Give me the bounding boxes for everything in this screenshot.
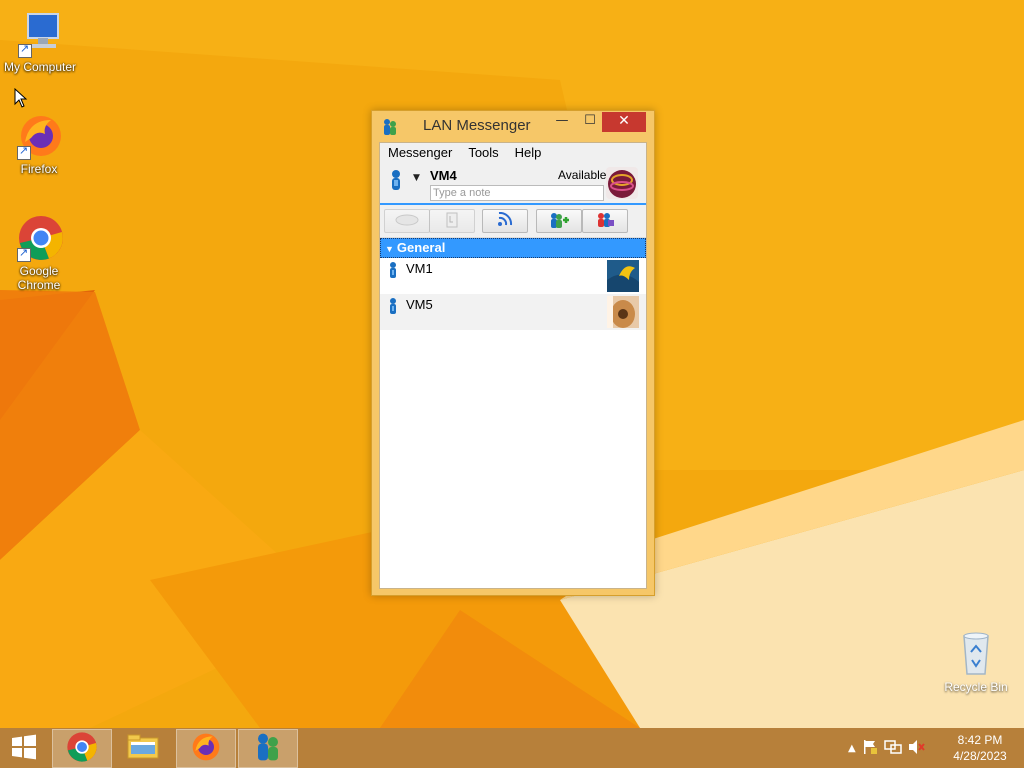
- contact-avatar: [607, 296, 639, 328]
- minimize-button[interactable]: —: [548, 112, 576, 132]
- taskbar: ▲ 8:42 PM 4/28/2023: [0, 728, 1024, 768]
- contact-status-icon: [388, 297, 398, 318]
- desktop-icon-label: Recycle Bin: [944, 680, 1008, 694]
- desktop-icon-firefox[interactable]: Firefox: [0, 112, 79, 176]
- status-dropdown-icon[interactable]: ▼: [413, 173, 420, 183]
- send-file-button[interactable]: [429, 209, 475, 233]
- file-explorer-icon: [127, 732, 159, 763]
- recycle-bin-icon: [952, 630, 1000, 678]
- add-contact-button[interactable]: [536, 209, 582, 233]
- lan-messenger-icon: [254, 732, 282, 765]
- menu-bar: Messenger Tools Help: [380, 143, 646, 163]
- toolbar: [380, 205, 646, 238]
- group-name: General: [396, 240, 446, 255]
- avatar[interactable]: [606, 167, 638, 199]
- public-chat-button[interactable]: [582, 209, 628, 233]
- expand-triangle-icon: ▼: [385, 244, 394, 254]
- firefox-icon: [190, 731, 222, 766]
- clock-time: 8:42 PM: [957, 733, 1003, 747]
- mouse-pointer-icon: [14, 88, 28, 108]
- maximize-button[interactable]: ☐: [576, 112, 604, 132]
- chrome-icon: [15, 214, 63, 262]
- note-input[interactable]: [430, 185, 604, 201]
- menu-tools[interactable]: Tools: [460, 143, 506, 163]
- windows-logo-icon: [11, 734, 37, 763]
- taskbar-lan-messenger[interactable]: [238, 729, 298, 768]
- network-icon[interactable]: [883, 739, 902, 758]
- public-chat-icon: [595, 211, 615, 232]
- contact-name: VM1: [406, 261, 433, 276]
- firefox-icon: [15, 112, 63, 160]
- window-client-area: Messenger Tools Help ▼ VM4 Available Typ…: [379, 142, 647, 589]
- menu-help[interactable]: Help: [507, 143, 550, 163]
- desktop-icon-label: Google Chrome: [17, 264, 61, 292]
- lan-messenger-window: LAN Messenger — ☐ ✕ Messenger Tools Help…: [371, 110, 655, 596]
- send-file-icon: [444, 211, 460, 232]
- status-user-icon[interactable]: [389, 169, 403, 194]
- taskbar-chrome[interactable]: [52, 729, 112, 768]
- action-center-flag-icon[interactable]: [862, 739, 878, 758]
- title-bar[interactable]: LAN Messenger — ☐ ✕: [372, 111, 654, 141]
- desktop-icon-my-computer[interactable]: My Computer: [0, 10, 80, 74]
- contact-avatar: [607, 260, 639, 292]
- desktop-icon-recycle-bin[interactable]: Recycle Bin: [936, 630, 1016, 694]
- lan-messenger-icon: [382, 118, 398, 139]
- availability-status[interactable]: Available: [558, 168, 606, 182]
- close-button[interactable]: ✕: [602, 112, 646, 132]
- volume-muted-icon[interactable]: [908, 739, 926, 758]
- window-title: LAN Messenger: [423, 117, 531, 134]
- contact-item[interactable]: VM1: [380, 258, 646, 294]
- chat-icon: [395, 213, 419, 230]
- broadcast-button[interactable]: [482, 209, 528, 233]
- desktop-icon-google-chrome[interactable]: Google Chrome: [0, 214, 80, 292]
- start-button[interactable]: [0, 728, 48, 768]
- contact-status-icon: [388, 261, 398, 282]
- clock-date: 4/28/2023: [953, 749, 1007, 763]
- computer-icon: [16, 10, 64, 58]
- taskbar-firefox[interactable]: [176, 729, 236, 768]
- user-status-panel: ▼ VM4 Available: [380, 163, 646, 205]
- contact-item[interactable]: VM5: [380, 294, 646, 330]
- chrome-icon: [66, 731, 98, 766]
- taskbar-file-explorer[interactable]: [114, 729, 172, 766]
- desktop-icon-label: My Computer: [3, 60, 77, 74]
- contact-group-header[interactable]: ▼ General: [380, 238, 646, 258]
- broadcast-icon: [496, 211, 514, 231]
- system-tray: ▲: [848, 728, 926, 768]
- taskbar-clock[interactable]: 8:42 PM 4/28/2023: [944, 732, 1016, 764]
- chat-button[interactable]: [384, 209, 430, 233]
- add-contact-icon: [548, 211, 570, 232]
- username: VM4: [430, 168, 457, 183]
- menu-messenger[interactable]: Messenger: [380, 143, 460, 163]
- show-hidden-icons-icon[interactable]: ▲: [848, 743, 856, 754]
- desktop-icon-label: Firefox: [20, 162, 58, 176]
- contact-name: VM5: [406, 297, 433, 312]
